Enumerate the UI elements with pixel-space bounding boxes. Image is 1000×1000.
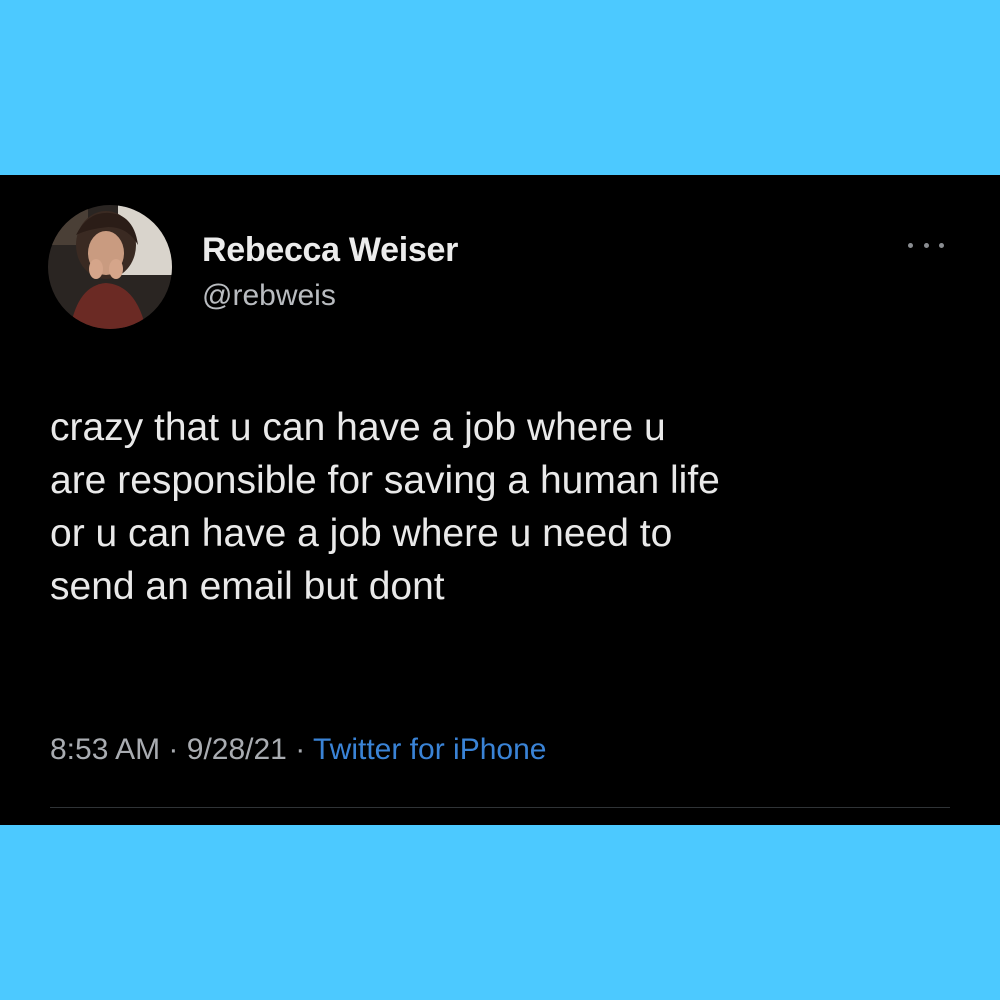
divider — [50, 807, 950, 808]
author-handle[interactable]: @rebweis — [202, 279, 336, 313]
more-options-button[interactable] — [908, 235, 944, 255]
tweet-source-link[interactable]: Twitter for iPhone — [313, 733, 546, 766]
profile-photo-icon — [48, 205, 172, 329]
tweet-meta: 8:53 AM · 9/28/21 · Twitter for iPhone — [50, 733, 546, 767]
meta-separator: · — [295, 733, 306, 766]
meta-separator: · — [168, 733, 179, 766]
tweet-date[interactable]: 9/28/21 — [187, 733, 287, 766]
frame-top-border — [0, 0, 1000, 175]
tweet-time[interactable]: 8:53 AM — [50, 733, 160, 766]
author-display-name[interactable]: Rebecca Weiser — [202, 231, 458, 270]
tweet-text: crazy that u can have a job where u are … — [50, 406, 720, 608]
frame-bottom-border — [0, 825, 1000, 1000]
more-horizontal-icon — [908, 242, 913, 248]
avatar[interactable] — [48, 205, 172, 329]
tweet-card: Rebecca Weiser @rebweis crazy that u can… — [0, 175, 1000, 825]
